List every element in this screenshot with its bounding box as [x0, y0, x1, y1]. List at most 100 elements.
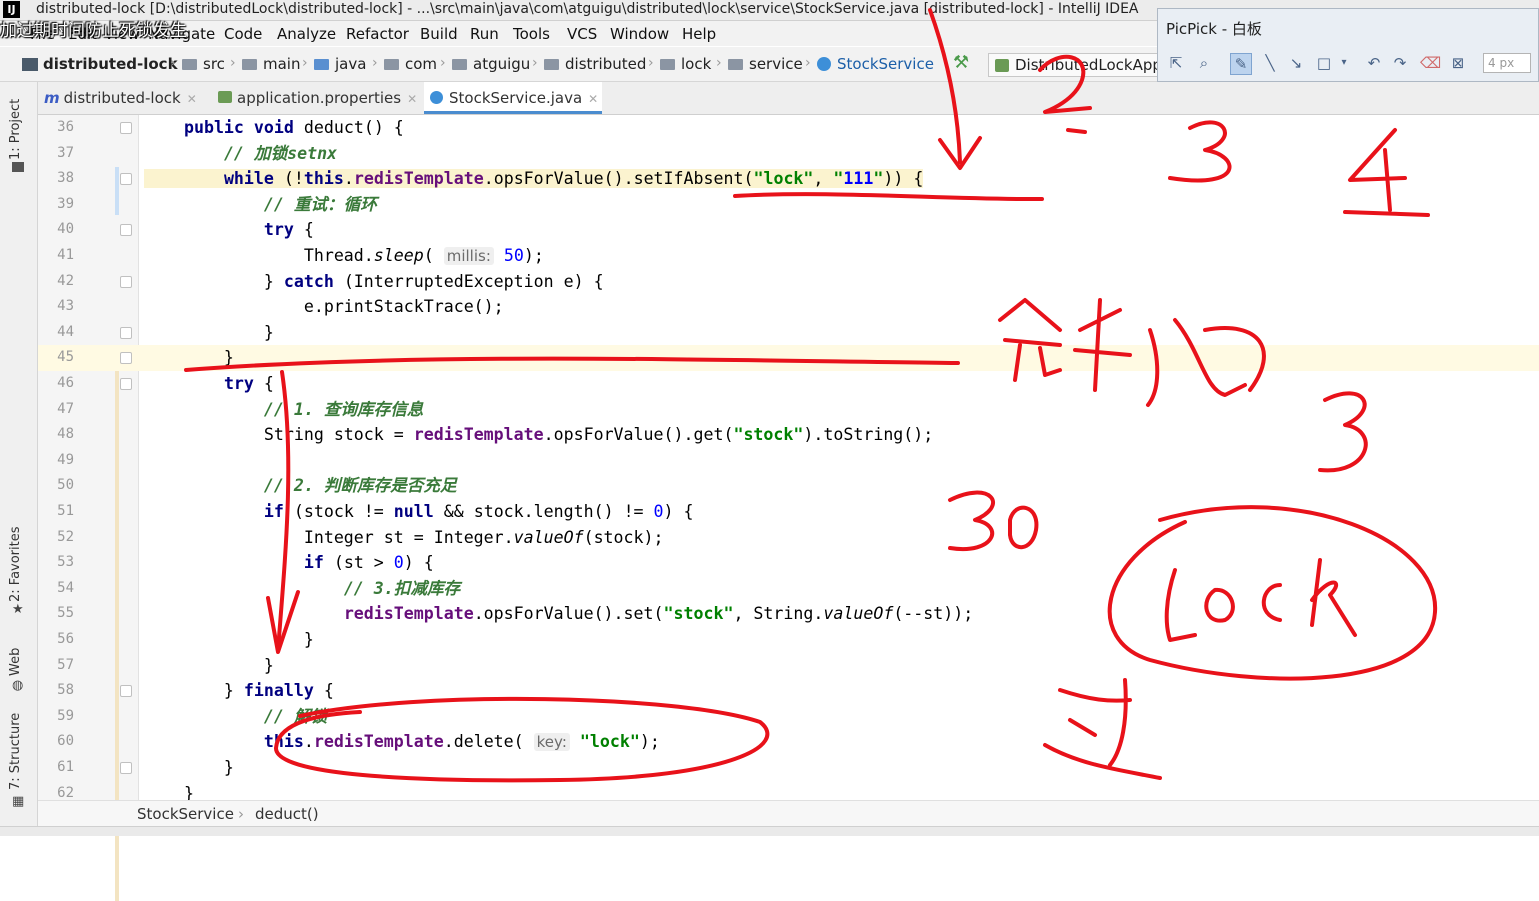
menu-code[interactable]: Code — [224, 25, 262, 43]
pen-size-field[interactable]: 4 px — [1483, 53, 1531, 73]
nav-separator: › — [302, 55, 308, 71]
eraser-icon[interactable]: ⌫ — [1420, 53, 1441, 73]
fold-marker-icon[interactable] — [120, 326, 132, 339]
rectangle-tool-icon[interactable]: □ — [1314, 53, 1334, 73]
code-line[interactable]: 52 Integer st = Integer.valueOf(stock); — [38, 525, 1539, 551]
menu-window[interactable]: Window — [610, 25, 669, 43]
web-tool-tab[interactable]: Web — [8, 648, 23, 676]
chevron-down-icon[interactable]: ▾ — [1334, 53, 1354, 73]
code-line[interactable]: 40 try { — [38, 217, 1539, 243]
nav-project[interactable]: distributed-lock — [22, 55, 178, 73]
code-line[interactable]: 39 // 重试：循环 — [38, 192, 1539, 218]
code-line[interactable]: 37 // 加锁setnx — [38, 141, 1539, 167]
code-text: String stock = redisTemplate.opsForValue… — [144, 425, 934, 445]
menu-vcs[interactable]: VCS — [567, 25, 597, 43]
code-line[interactable]: 61 } — [38, 755, 1539, 781]
close-icon[interactable]: ✕ — [407, 92, 417, 106]
folder-icon — [242, 58, 257, 70]
code-line[interactable]: 51 if (stock != null && stock.length() !… — [38, 499, 1539, 525]
clear-icon[interactable]: ⊠ — [1448, 53, 1468, 73]
menu-analyze[interactable]: Analyze — [277, 25, 336, 43]
structure-tool-tab[interactable]: 7: Structure — [8, 713, 23, 790]
nav-crumb-distributed[interactable]: distributed — [544, 55, 646, 73]
nav-crumb-class[interactable]: StockService — [817, 55, 934, 73]
fold-marker-icon[interactable] — [120, 275, 132, 288]
tab-stockservice-java[interactable]: StockService.java ✕ — [424, 82, 602, 114]
arrow-tool-icon[interactable]: ↘ — [1286, 53, 1306, 73]
nav-crumb-atguigu[interactable]: atguigu — [452, 55, 530, 73]
project-folder-icon — [12, 162, 24, 172]
code-line[interactable]: 44 } — [38, 320, 1539, 346]
project-tool-tab[interactable]: 1: Project — [8, 99, 23, 160]
menu-build[interactable]: Build — [420, 25, 458, 43]
line-tool-icon[interactable]: ╲ — [1260, 53, 1280, 73]
nav-crumb-src[interactable]: src — [182, 55, 225, 73]
line-number: 39 — [57, 195, 74, 212]
fold-marker-icon[interactable] — [120, 762, 132, 774]
code-line[interactable]: 48 String stock = redisTemplate.opsForVa… — [38, 422, 1539, 448]
code-line[interactable]: 38 while (!this.redisTemplate.opsForValu… — [38, 166, 1539, 192]
code-text: // 解锁 — [263, 706, 328, 726]
menu-refactor[interactable]: Refactor — [346, 25, 409, 43]
undo-icon[interactable]: ↶ — [1364, 53, 1384, 73]
line-number: 57 — [57, 656, 74, 673]
menu-tools[interactable]: Tools — [513, 25, 550, 43]
folder-icon — [660, 58, 675, 70]
code-line[interactable]: 55 redisTemplate.opsForValue().set("stoc… — [38, 601, 1539, 627]
line-number: 47 — [57, 400, 74, 417]
code-line[interactable]: 58 } finally { — [38, 678, 1539, 704]
code-editor[interactable]: 36 public void deduct() {37 // 加锁setnx 38… — [38, 115, 1539, 901]
pen-tool-icon[interactable]: ✎ — [1230, 53, 1252, 75]
zoom-tool-icon[interactable]: ⌕ — [1194, 53, 1214, 73]
nav-crumb-service[interactable]: service — [728, 55, 803, 73]
fold-marker-icon[interactable] — [120, 685, 132, 698]
code-line[interactable]: 47 // 1. 查询库存信息 — [38, 397, 1539, 423]
code-line[interactable]: 50 // 2. 判断库存是否充足 — [38, 473, 1539, 499]
code-line[interactable]: 53 if (st > 0) { — [38, 550, 1539, 576]
nav-crumb-label: com — [405, 55, 438, 73]
redo-icon[interactable]: ↷ — [1390, 53, 1410, 73]
nav-crumb-lock[interactable]: lock — [660, 55, 711, 73]
breadcrumb-class[interactable]: StockService — [137, 805, 234, 823]
line-number: 41 — [57, 247, 74, 263]
code-line[interactable]: 56 } — [38, 627, 1539, 653]
code-line[interactable]: 43 e.printStackTrace(); — [38, 294, 1539, 320]
nav-crumb-main[interactable]: main — [242, 55, 300, 73]
code-line[interactable]: 45 } — [38, 345, 1539, 371]
run-configuration-select[interactable]: DistributedLockApplication — [988, 53, 1168, 77]
code-line[interactable]: 57 } — [38, 653, 1539, 679]
code-line[interactable]: 59 // 解锁 — [38, 704, 1539, 730]
nav-crumb-com[interactable]: com — [384, 55, 437, 73]
line-number: 52 — [57, 528, 74, 545]
nav-crumb-java[interactable]: java — [314, 55, 366, 73]
select-tool-icon[interactable]: ⇱ — [1166, 53, 1186, 73]
close-icon[interactable]: ✕ — [187, 92, 197, 106]
menu-run[interactable]: Run — [470, 25, 499, 43]
code-line[interactable]: 54 // 3.扣减库存 — [38, 576, 1539, 602]
run-configuration-label: DistributedLockApplication — [1015, 56, 1167, 74]
code-line[interactable]: 42 } catch (InterruptedException e) { — [38, 269, 1539, 295]
line-number: 45 — [57, 349, 74, 366]
code-line[interactable]: 60 this.redisTemplate.delete( key: "lock… — [38, 729, 1539, 755]
code-line[interactable]: 36 public void deduct() { — [38, 115, 1539, 141]
code-text: try { — [223, 374, 274, 393]
code-line[interactable]: 41 Thread.sleep( millis: 50); — [38, 243, 1539, 269]
tab-distributed-lock[interactable]: m distributed-lock ✕ — [38, 82, 210, 114]
line-number: 56 — [57, 631, 74, 647]
fold-marker-icon[interactable] — [120, 122, 132, 134]
breadcrumb-method[interactable]: deduct() — [255, 805, 319, 823]
code-text: } — [144, 758, 234, 777]
code-line[interactable]: 46 try { — [38, 371, 1539, 397]
close-icon[interactable]: ✕ — [588, 92, 598, 106]
line-number: 49 — [57, 451, 74, 468]
fold-marker-icon[interactable] — [120, 352, 132, 365]
folder-icon — [728, 58, 743, 70]
favorites-tool-tab[interactable]: 2: Favorites — [8, 526, 23, 602]
hammer-build-icon[interactable]: ⚒ — [953, 52, 969, 73]
code-line[interactable]: 49 — [38, 448, 1539, 474]
fold-marker-icon[interactable] — [120, 378, 132, 390]
menu-help[interactable]: Help — [682, 25, 716, 43]
tab-application-properties[interactable]: application.properties ✕ — [212, 82, 422, 114]
fold-marker-icon[interactable] — [120, 173, 132, 186]
fold-marker-icon[interactable] — [120, 224, 132, 237]
